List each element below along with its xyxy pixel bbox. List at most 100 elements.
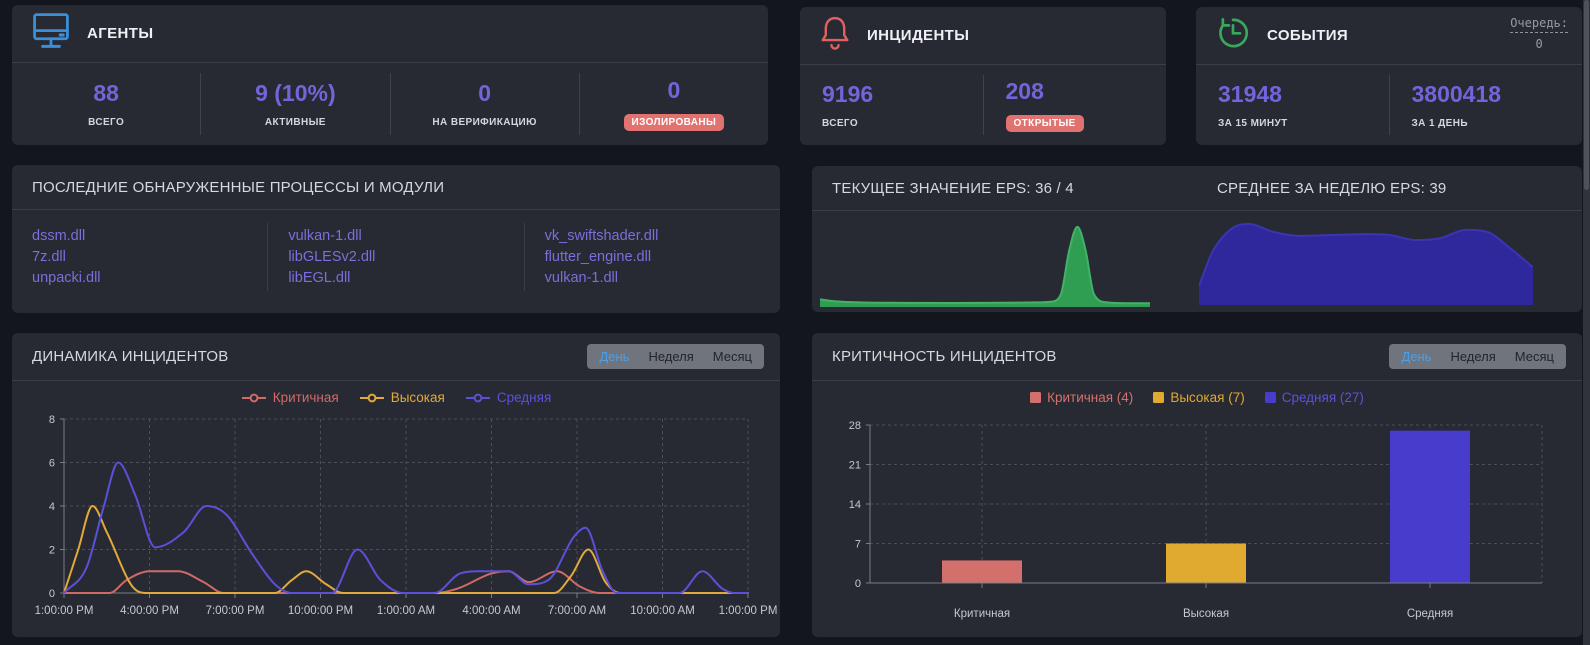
process-link[interactable]: unpacki.dll	[32, 270, 267, 286]
legend-item[interactable]: Средняя (27)	[1264, 390, 1364, 405]
agents-stat-active: 9 (10%) АКТИВНЫЕ	[201, 63, 389, 145]
events-stat-1day: 3800418 ЗА 1 ДЕНЬ	[1390, 65, 1583, 145]
dashboard: АГЕНТЫ 88 ВСЕГО 9 (10%) АКТИВНЫЕ 0 НА ВЕ…	[0, 0, 1590, 645]
legend-square-marker	[1264, 392, 1276, 403]
eps-card-body	[812, 211, 1582, 311]
processes-list: dssm.dll 7z.dll unpacki.dll vulkan-1.dll…	[12, 210, 780, 300]
stat-value: 31948	[1218, 81, 1282, 107]
axis-tick-label: Средняя	[1407, 608, 1453, 620]
page-scrollbar[interactable]	[1583, 0, 1590, 645]
dynamics-legend: Критичная Высокая Средняя	[12, 384, 780, 411]
agents-stat-total: 88 ВСЕГО	[12, 63, 200, 145]
axis-tick-label: 14	[849, 499, 861, 511]
eps-card: ТЕКУЩЕЕ ЗНАЧЕНИЕ EPS: 36 / 4 СРЕДНЕЕ ЗА …	[812, 166, 1582, 312]
dynamics-card-header: ДИНАМИКА ИНЦИДЕНТОВ День Неделя Месяц	[12, 333, 780, 381]
tab-week[interactable]: Неделя	[1442, 347, 1503, 366]
axis-tick-label: 0	[49, 588, 55, 600]
stat-label: ЗА 15 МИНУТ	[1218, 118, 1288, 129]
isolated-status-badge: ИЗОЛИРОВАНЫ	[623, 114, 725, 131]
stat-value: 0	[478, 80, 492, 106]
axis-tick-label: 1:00:00 PM	[719, 605, 778, 617]
queue-value: 0	[1535, 37, 1543, 51]
incidents-card-title: ИНЦИДЕНТЫ	[867, 27, 970, 44]
incidents-card: ИНЦИДЕНТЫ 9196 ВСЕГО 208 ОТКРЫТЫЕ	[800, 7, 1166, 145]
criticality-card-header: КРИТИЧНОСТЬ ИНЦИДЕНТОВ День Неделя Месяц	[812, 333, 1582, 381]
events-card-header: СОБЫТИЯ Очередь: 0	[1196, 7, 1582, 65]
axis-tick-label: 10:00:00 AM	[630, 605, 695, 617]
eps-current-chart	[812, 211, 1197, 311]
axis-tick-label: 6	[49, 458, 55, 470]
process-link[interactable]: vk_swiftshader.dll	[545, 228, 780, 244]
agents-card: АГЕНТЫ 88 ВСЕГО 9 (10%) АКТИВНЫЕ 0 НА ВЕ…	[12, 5, 768, 145]
bar-Средняя[interactable]	[1390, 430, 1470, 583]
tab-day[interactable]: День	[1393, 347, 1439, 366]
legend-line-marker	[359, 393, 384, 402]
process-link[interactable]: vulkan-1.dll	[545, 270, 780, 286]
events-card-title: СОБЫТИЯ	[1267, 27, 1349, 44]
axis-tick-label: 8	[49, 414, 55, 426]
eps-card-header: ТЕКУЩЕЕ ЗНАЧЕНИЕ EPS: 36 / 4 СРЕДНЕЕ ЗА …	[812, 166, 1582, 211]
eps-week-area-chart[interactable]	[1199, 215, 1533, 305]
tab-month[interactable]: Месяц	[705, 347, 760, 366]
process-link[interactable]: libGLESv2.dll	[288, 249, 523, 265]
tab-day[interactable]: День	[591, 347, 637, 366]
queue-label[interactable]: Очередь:	[1510, 16, 1568, 33]
legend-item[interactable]: Критичная (4)	[1030, 390, 1133, 405]
axis-tick-label: 4:00:00 PM	[120, 605, 179, 617]
agents-stat-verification: 0 НА ВЕРИФИКАЦИЮ	[391, 63, 579, 145]
history-clock-icon	[1214, 14, 1252, 57]
incidents-stats: 9196 ВСЕГО 208 ОТКРЫТЫЕ	[800, 65, 1166, 145]
processes-card: ПОСЛЕДНИЕ ОБНАРУЖЕННЫЕ ПРОЦЕССЫ И МОДУЛИ…	[12, 165, 780, 313]
process-link[interactable]: libEGL.dll	[288, 270, 523, 286]
incidents-stat-total: 9196 ВСЕГО	[800, 65, 983, 145]
area-fill	[820, 226, 1150, 307]
eps-week-chart	[1197, 211, 1582, 311]
incident-criticality-bar-chart[interactable]: 0 7 14 21 28 Критичная Высокая Средняя	[812, 411, 1582, 637]
criticality-card-title: КРИТИЧНОСТЬ ИНЦИДЕНТОВ	[832, 348, 1057, 365]
bar-Критичная[interactable]	[942, 560, 1022, 583]
process-link[interactable]: 7z.dll	[32, 249, 267, 265]
open-status-badge: ОТКРЫТЫЕ	[1005, 115, 1084, 132]
events-queue: Очередь: 0	[1510, 16, 1568, 51]
legend-item[interactable]: Критичная	[241, 390, 339, 405]
stat-label: НА ВЕРИФИКАЦИЮ	[432, 117, 537, 128]
agents-card-title: АГЕНТЫ	[87, 25, 154, 42]
area-stroke	[820, 225, 1150, 305]
legend-square-marker	[1153, 392, 1165, 403]
bar-Высокая[interactable]	[1166, 543, 1246, 584]
eps-current-title: ТЕКУЩЕЕ ЗНАЧЕНИЕ EPS: 36 / 4	[832, 179, 1074, 197]
eps-week-title: СРЕДНЕЕ ЗА НЕДЕЛЮ EPS: 39	[1217, 179, 1447, 197]
incidents-card-header: ИНЦИДЕНТЫ	[800, 7, 1166, 65]
tab-week[interactable]: Неделя	[640, 347, 701, 366]
eps-current-area-chart[interactable]	[820, 215, 1150, 307]
processes-column: dssm.dll 7z.dll unpacki.dll	[12, 223, 267, 291]
incident-criticality-card: КРИТИЧНОСТЬ ИНЦИДЕНТОВ День Неделя Месяц…	[812, 333, 1582, 637]
dynamics-period-tabs: День Неделя Месяц	[587, 344, 764, 369]
scrollbar-thumb[interactable]	[1584, 0, 1589, 190]
legend-line-marker	[465, 393, 490, 402]
events-stat-15min: 31948 ЗА 15 МИНУТ	[1196, 65, 1389, 145]
axis-tick-label: 0	[855, 578, 861, 590]
legend-item[interactable]: Средняя	[465, 390, 551, 405]
process-link[interactable]: vulkan-1.dll	[288, 228, 523, 244]
bell-icon	[818, 14, 852, 57]
process-link[interactable]: dssm.dll	[32, 228, 267, 244]
stat-label: ВСЕГО	[88, 117, 125, 128]
axis-tick-label: 21	[849, 460, 861, 472]
tab-month[interactable]: Месяц	[1507, 347, 1562, 366]
agents-stat-isolated: 0 ИЗОЛИРОВАНЫ	[580, 63, 768, 145]
legend-square-marker	[1030, 392, 1042, 403]
processes-column: vk_swiftshader.dll flutter_engine.dll vu…	[523, 223, 780, 291]
axis-tick-label: 2	[49, 545, 55, 557]
legend-line-marker	[241, 393, 266, 402]
axis-tick-label: 28	[849, 420, 861, 432]
processes-column: vulkan-1.dll libGLESv2.dll libEGL.dll	[267, 223, 523, 291]
stat-value: 0	[667, 77, 681, 103]
events-stats: 31948 ЗА 15 МИНУТ 3800418 ЗА 1 ДЕНЬ	[1196, 65, 1582, 145]
stat-label: ВСЕГО	[822, 118, 859, 129]
process-link[interactable]: flutter_engine.dll	[545, 249, 780, 265]
legend-item[interactable]: Высокая (7)	[1153, 390, 1245, 405]
stat-value: 208	[1005, 78, 1044, 104]
legend-item[interactable]: Высокая	[359, 390, 445, 405]
incident-dynamics-line-chart[interactable]: 0 2 4 6 8 1:00:00 PM 4:00:00 PM 7:00:00 PM 10:00…	[12, 411, 780, 637]
